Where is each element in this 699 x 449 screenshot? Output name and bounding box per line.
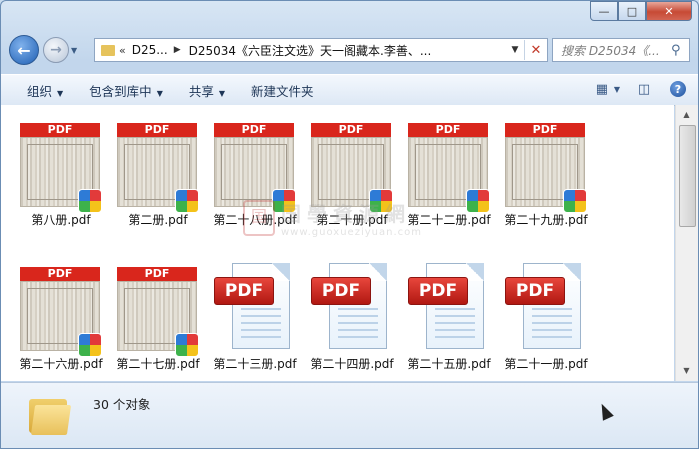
share-menu[interactable]: 共享 ▼ (189, 81, 225, 100)
chevron-right-icon[interactable]: ▶ (174, 45, 181, 55)
watermark-url: www.guoxueziyuan.com (281, 227, 422, 238)
pdf-reader-badge-icon (466, 189, 490, 213)
help-button[interactable]: ? (668, 79, 688, 99)
pdf-file-icon: PDF (408, 263, 490, 351)
forward-button[interactable]: → (43, 37, 69, 63)
watermark-title: 国學資源網 (281, 202, 411, 226)
command-bar: 组织 ▼ 包含到库中 ▼ 共享 ▼ 新建文件夹 ▦ ▼ ◫ ? (1, 74, 698, 106)
pdf-header-label: PDF (408, 123, 488, 137)
minimize-button[interactable]: — (590, 1, 618, 21)
file-item[interactable]: PDF 第二十一册.pdf (498, 257, 594, 377)
chevron-down-icon: ▼ (156, 88, 163, 98)
file-item[interactable]: PDF 第八册.pdf (13, 113, 109, 233)
preview-pane-icon[interactable]: ◫ (634, 79, 654, 99)
include-in-library-menu[interactable]: 包含到库中 ▼ (89, 81, 163, 100)
file-item[interactable]: PDF 第二十四册.pdf (304, 257, 400, 377)
pdf-header-label: PDF (311, 123, 391, 137)
document-icon (329, 263, 387, 349)
address-dropdown-icon[interactable]: ▼ (506, 45, 524, 55)
arrow-left-icon: ← (17, 40, 31, 60)
pdf-reader-badge-icon (78, 189, 102, 213)
pdf-reader-badge-icon (175, 189, 199, 213)
arrow-right-icon: → (50, 42, 62, 58)
file-item[interactable]: PDF 第二十五册.pdf (401, 257, 497, 377)
file-item[interactable]: PDF 第二十三册.pdf (207, 257, 303, 377)
pdf-thumbnail: PDF (505, 123, 587, 213)
address-bar[interactable]: « D25... ▶ D25034《六臣注文选》天一阁藏本.李善、... ▼ ✕ (94, 38, 548, 62)
file-item[interactable]: PDF 第二十九册.pdf (498, 113, 594, 233)
pdf-file-icon: PDF (311, 263, 393, 351)
file-name: 第二十九册.pdf (504, 213, 588, 227)
view-controls: ▦ ▼ ◫ ? (578, 79, 688, 99)
watermark-seal: 国 (243, 200, 275, 236)
document-icon (232, 263, 290, 349)
view-dropdown-icon[interactable]: ▼ (614, 85, 620, 94)
pdf-stamp-label: PDF (505, 277, 565, 305)
pdf-stamp-label: PDF (214, 277, 274, 305)
pdf-header-label: PDF (214, 123, 294, 137)
watermark: 国 国學資源網 www.guoxueziyuan.com (243, 198, 422, 238)
details-pane: 30 个对象 (1, 382, 698, 448)
clear-address-button[interactable]: ✕ (524, 40, 547, 60)
caption-buttons: — □ ✕ (590, 1, 692, 21)
pdf-thumbnail: PDF (117, 123, 199, 213)
scroll-down-icon[interactable]: ▼ (678, 363, 695, 379)
chevron-down-icon: ▼ (71, 45, 78, 55)
pdf-thumbnail: PDF (20, 267, 102, 357)
search-icon[interactable]: ⚲ (671, 43, 689, 58)
new-folder-button[interactable]: 新建文件夹 (251, 81, 314, 100)
pdf-thumbnail: PDF (117, 267, 199, 357)
maximize-button[interactable]: □ (618, 1, 646, 21)
address-overflow-chevron[interactable]: « (119, 44, 126, 57)
pdf-stamp-label: PDF (408, 277, 468, 305)
scrollbar-thumb[interactable] (679, 125, 696, 227)
back-button[interactable]: ← (9, 35, 39, 65)
file-item[interactable]: PDF 第二十六册.pdf (13, 257, 109, 377)
close-button[interactable]: ✕ (646, 1, 692, 21)
pdf-reader-badge-icon (175, 333, 199, 357)
file-list[interactable]: PDF 第八册.pdf PDF 第二册.pdf PDF 第二十八册.pdf PDF 第二十册.… (1, 105, 674, 381)
document-icon (523, 263, 581, 349)
address-segment-parent[interactable]: D25... (132, 43, 168, 57)
item-count: 30 个对象 (93, 397, 151, 412)
organize-menu[interactable]: 组织 ▼ (27, 81, 63, 100)
pdf-reader-badge-icon (78, 333, 102, 357)
organize-label: 组织 (27, 83, 53, 99)
scroll-up-icon[interactable]: ▲ (678, 107, 695, 123)
document-icon (426, 263, 484, 349)
file-name: 第二十一册.pdf (504, 357, 588, 371)
pdf-file-icon: PDF (214, 263, 296, 351)
pdf-header-label: PDF (20, 123, 100, 137)
pdf-thumbnail: PDF (20, 123, 102, 213)
folder-icon (29, 395, 72, 435)
pdf-thumbnail: PDF (214, 123, 296, 213)
pdf-stamp-label: PDF (311, 277, 371, 305)
watermark-text: 国學資源網 www.guoxueziyuan.com (281, 198, 422, 238)
change-view-icon[interactable]: ▦ (592, 79, 612, 99)
pdf-header-label: PDF (20, 267, 100, 281)
share-label: 共享 (188, 83, 214, 99)
pdf-header-label: PDF (505, 123, 585, 137)
address-segment-current[interactable]: D25034《六臣注文选》天一阁藏本.李善、... (189, 42, 506, 59)
file-item[interactable]: PDF 第二册.pdf (110, 113, 206, 233)
help-icon: ? (670, 81, 686, 97)
pdf-thumbnail: PDF (311, 123, 393, 213)
explorer-window: — □ ✕ ← → ▼ « D25... ▶ D25034《六臣注文选》天一阁藏… (0, 0, 699, 449)
recent-pages-dropdown[interactable]: ▼ (71, 46, 81, 55)
include-in-library-label: 包含到库中 (89, 83, 152, 99)
chevron-down-icon: ▼ (218, 88, 226, 98)
pdf-file-icon: PDF (505, 263, 587, 351)
navigation-buttons: ← → ▼ (9, 35, 81, 65)
search-input[interactable]: 搜索 D25034《... (553, 42, 671, 59)
pdf-thumbnail: PDF (408, 123, 490, 213)
pdf-header-label: PDF (117, 267, 197, 281)
chevron-down-icon: ▼ (57, 88, 64, 98)
folder-icon (101, 44, 115, 56)
file-item[interactable]: PDF 第二十七册.pdf (110, 257, 206, 377)
vertical-scrollbar[interactable]: ▲ ▼ (675, 105, 698, 381)
pdf-header-label: PDF (117, 123, 197, 137)
pdf-reader-badge-icon (563, 189, 587, 213)
search-box[interactable]: 搜索 D25034《... ⚲ (552, 38, 690, 62)
